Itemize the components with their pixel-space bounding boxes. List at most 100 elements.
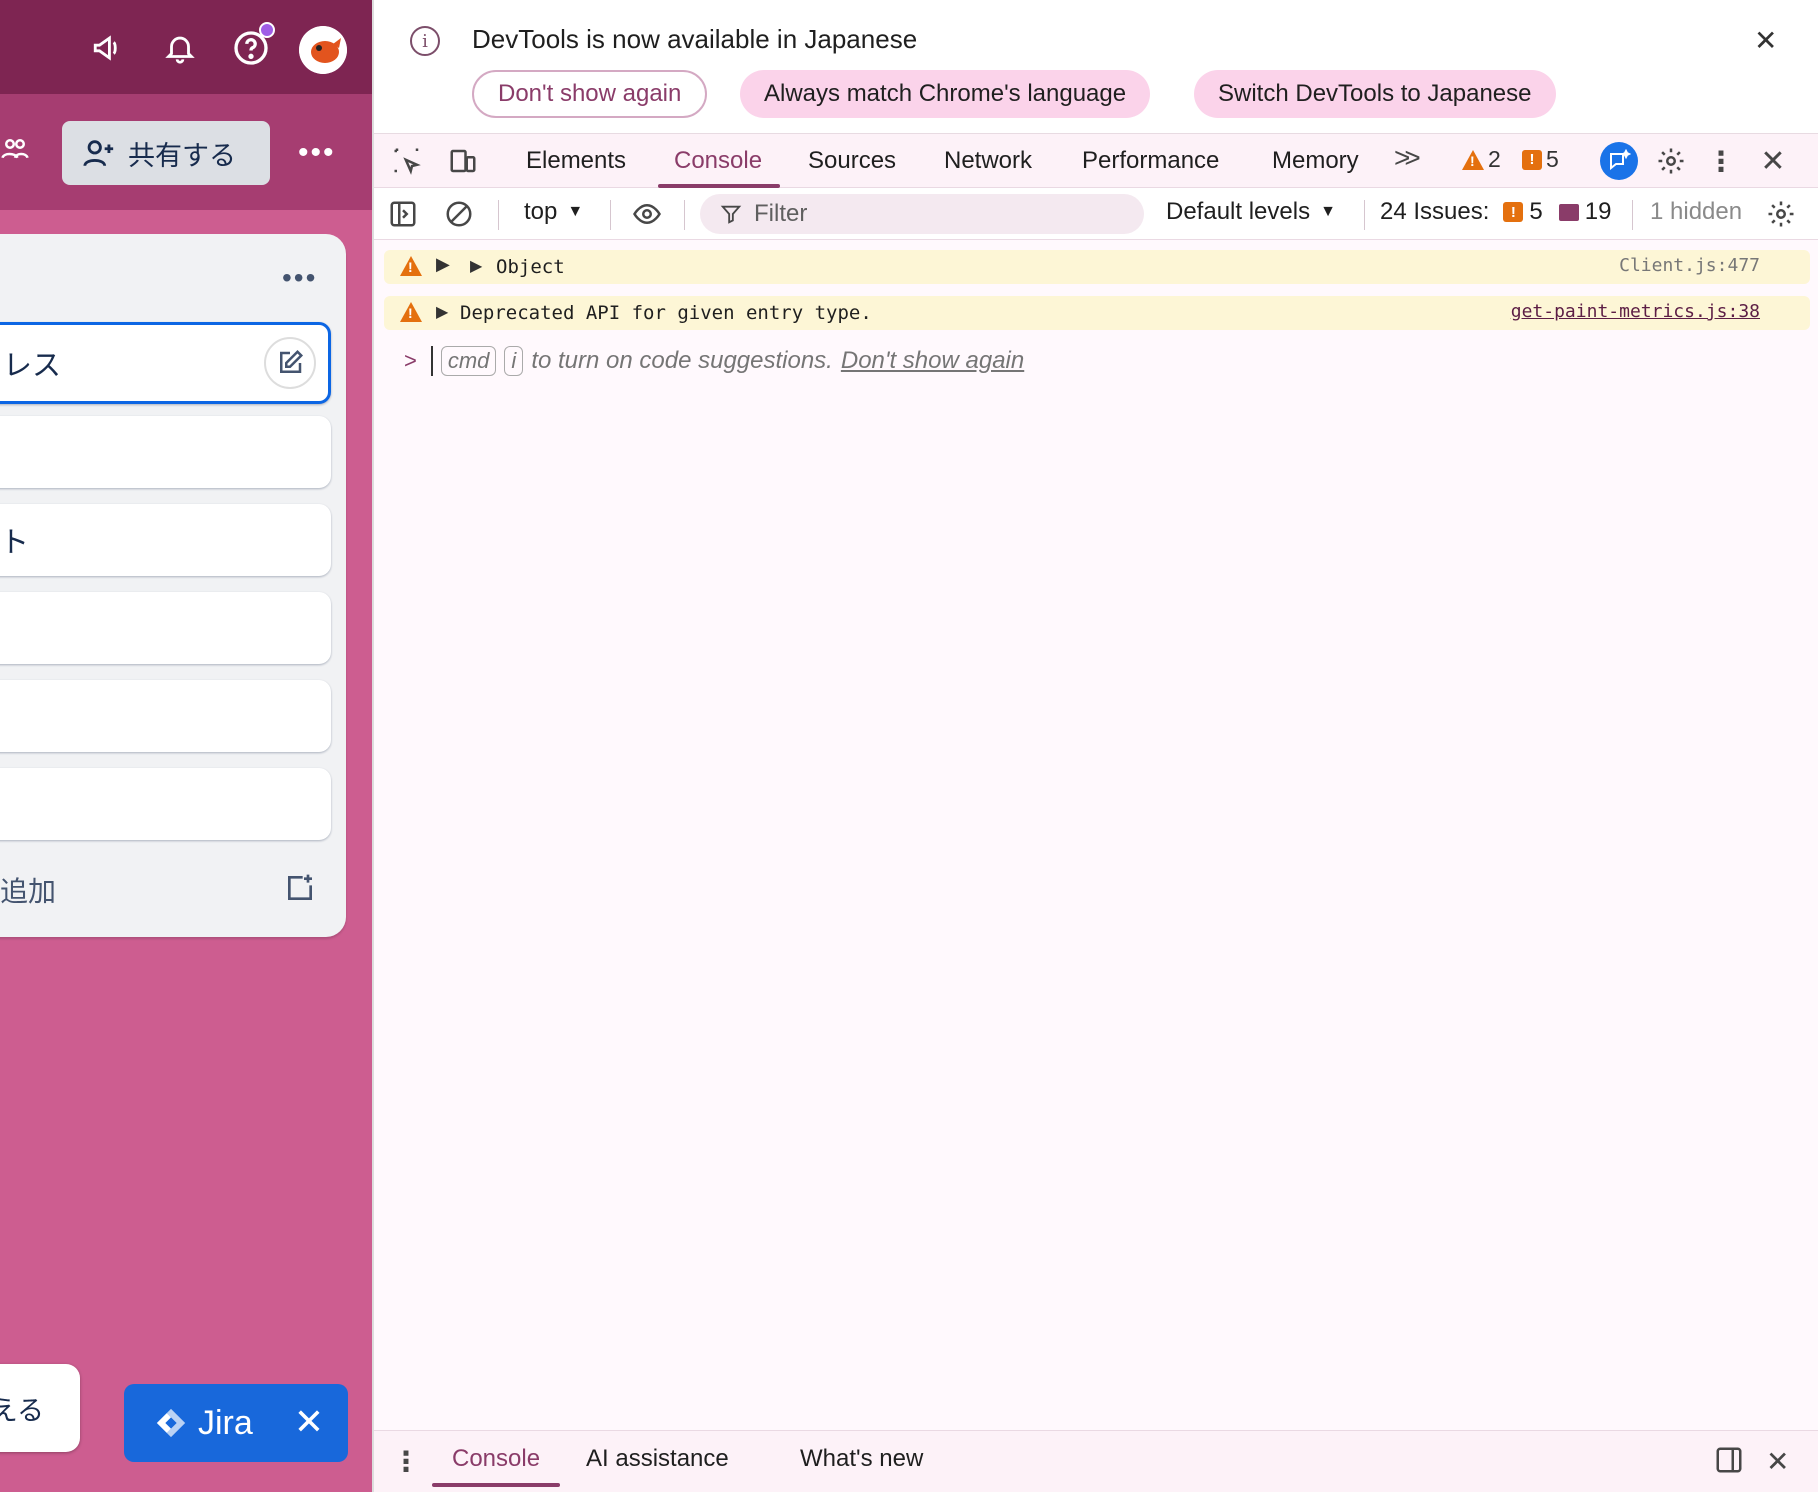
message-text: Deprecated API for given entry type. [460, 302, 872, 324]
error-count: 5 [1546, 146, 1559, 172]
card-item[interactable] [0, 416, 331, 488]
tab-performance[interactable]: Performance [1082, 134, 1219, 188]
shortcut-key: cmd [440, 346, 497, 376]
dock-side-icon[interactable] [1714, 1445, 1744, 1480]
issues-errors: 5 [1529, 198, 1543, 225]
warning-icon [400, 302, 422, 322]
megaphone-icon[interactable] [86, 26, 130, 70]
devtools-tabbar: Elements Console Sources Network Perform… [374, 134, 1818, 188]
help-icon[interactable] [229, 22, 275, 70]
console-output: ▶ ▶ Object Client.js:477 ▶ Deprecated AP… [374, 240, 1818, 1430]
tab-elements[interactable]: Elements [526, 134, 626, 188]
error-icon: ! [1522, 149, 1542, 170]
dropdown-icon: ▼ [567, 203, 584, 220]
device-toolbar-icon[interactable] [446, 144, 480, 178]
log-levels-dropdown[interactable]: Default levels ▼ [1166, 198, 1336, 226]
more-tabs-icon[interactable]: >> [1394, 142, 1421, 174]
dont-show-again-button[interactable]: Don't show again [472, 70, 708, 118]
add-card-button[interactable]: 追加 [0, 870, 56, 910]
screen: 共有する ••• ••• レス ト 追加 える Jira ✕ i DevTool… [0, 0, 1818, 1492]
expand-arrow-icon[interactable]: ▶ [436, 254, 450, 275]
toolbar-divider [610, 200, 611, 230]
issues-messages: 19 [1584, 198, 1612, 225]
jira-button[interactable]: Jira ✕ [124, 1384, 348, 1462]
switch-view-button[interactable]: える [0, 1364, 80, 1452]
card-item[interactable] [0, 592, 331, 664]
add-person-icon [83, 140, 114, 167]
card-item[interactable] [0, 768, 331, 840]
card-item[interactable]: レス [0, 322, 331, 404]
warning-icon [400, 256, 422, 276]
infobar-message: DevTools is now available in Japanese [472, 24, 918, 54]
filter-placeholder: Filter [754, 200, 808, 227]
warning-count: 2 [1488, 146, 1501, 172]
expand-arrow-icon[interactable]: ▶ [470, 256, 482, 276]
inspect-element-icon[interactable] [390, 144, 424, 178]
console-message[interactable]: ▶ Deprecated API for given entry type. g… [384, 296, 1810, 330]
drawer-tab-whats-new[interactable]: What's new [800, 1445, 923, 1473]
issues-counter[interactable]: 24 Issues: ! 5 19 [1380, 198, 1611, 226]
app-topbar [0, 0, 372, 94]
close-icon[interactable]: ✕ [1754, 24, 1777, 57]
sidebar-toggle-icon[interactable] [386, 197, 420, 231]
levels-label: Default levels [1166, 198, 1311, 225]
card-title: レス [3, 350, 62, 382]
board-menu-icon[interactable]: ••• [298, 136, 336, 170]
tab-memory[interactable]: Memory [1272, 134, 1359, 188]
edit-icon[interactable] [264, 337, 316, 389]
prompt-chevron-icon: > [404, 348, 417, 373]
card-template-icon[interactable] [284, 872, 316, 909]
drawer-tab-ai-assistance[interactable]: AI assistance [586, 1445, 729, 1473]
tab-console[interactable]: Console [657, 134, 781, 188]
card-item[interactable]: ト [0, 504, 331, 576]
settings-icon[interactable] [1654, 144, 1688, 178]
match-chrome-language-button[interactable]: Always match Chrome's language [740, 70, 1151, 118]
console-toolbar: top ▼ Filter Default levels ▼ 24 Issues:… [374, 188, 1818, 240]
dont-show-again-link[interactable]: Don't show again [841, 347, 1024, 375]
console-message[interactable]: ▶ ▶ Object Client.js:477 [384, 250, 1810, 284]
close-devtools-icon[interactable]: ✕ [1756, 144, 1790, 178]
prompt-hint: to turn on code suggestions. [531, 347, 833, 374]
info-icon: i [410, 26, 440, 56]
issues-label: 24 Issues: [1380, 198, 1490, 225]
drawer-tabbar: ⋮ Console AI assistance What's new ✕ [374, 1430, 1818, 1492]
warning-counter[interactable]: 2 [1462, 146, 1501, 173]
toolbar-divider [1632, 200, 1633, 230]
error-counter[interactable]: ! 5 [1522, 146, 1559, 173]
filter-icon [720, 205, 742, 224]
drawer-menu-icon[interactable]: ⋮ [392, 1445, 420, 1478]
jira-label: Jira [198, 1403, 253, 1442]
switch-to-japanese-button[interactable]: Switch DevTools to Japanese [1194, 70, 1556, 118]
members-icon[interactable] [0, 134, 30, 169]
context-selector[interactable]: top ▼ [524, 198, 583, 226]
list-menu-icon[interactable]: ••• [282, 262, 317, 294]
language-infobar: i DevTools is now available in Japanese … [374, 0, 1818, 134]
text-cursor [430, 346, 433, 376]
board-page: 共有する ••• ••• レス ト 追加 える Jira ✕ [0, 0, 372, 1492]
clear-console-icon[interactable] [442, 197, 476, 231]
bell-icon[interactable] [158, 26, 202, 70]
console-settings-icon[interactable] [1764, 197, 1798, 231]
hidden-count: 1 hidden [1650, 198, 1743, 225]
message-source[interactable]: Client.js:477 [1619, 255, 1760, 276]
tab-sources[interactable]: Sources [808, 134, 896, 188]
filter-input[interactable]: Filter [700, 194, 1144, 234]
message-source[interactable]: get-paint-metrics.js:38 [1511, 301, 1760, 322]
live-expression-eye-icon[interactable] [630, 197, 664, 231]
tab-network[interactable]: Network [944, 134, 1032, 188]
more-options-icon[interactable]: ⋮ [1704, 144, 1738, 178]
avatar[interactable] [299, 26, 347, 74]
share-button[interactable]: 共有する [62, 121, 270, 185]
toolbar-divider [1364, 200, 1365, 230]
notification-dot [259, 22, 275, 38]
toolbar-divider [684, 200, 685, 230]
close-icon[interactable]: ✕ [294, 1404, 324, 1440]
toolbar-divider [498, 200, 499, 230]
drawer-tab-console[interactable]: Console [431, 1445, 561, 1487]
console-prompt[interactable]: > cmd i to turn on code suggestions. Don… [404, 346, 1024, 376]
ai-assistance-icon[interactable] [1600, 142, 1638, 180]
close-drawer-icon[interactable]: ✕ [1766, 1445, 1789, 1478]
expand-arrow-icon[interactable]: ▶ [436, 302, 448, 322]
devtools-panel: i DevTools is now available in Japanese … [372, 0, 1818, 1492]
card-item[interactable] [0, 680, 331, 752]
